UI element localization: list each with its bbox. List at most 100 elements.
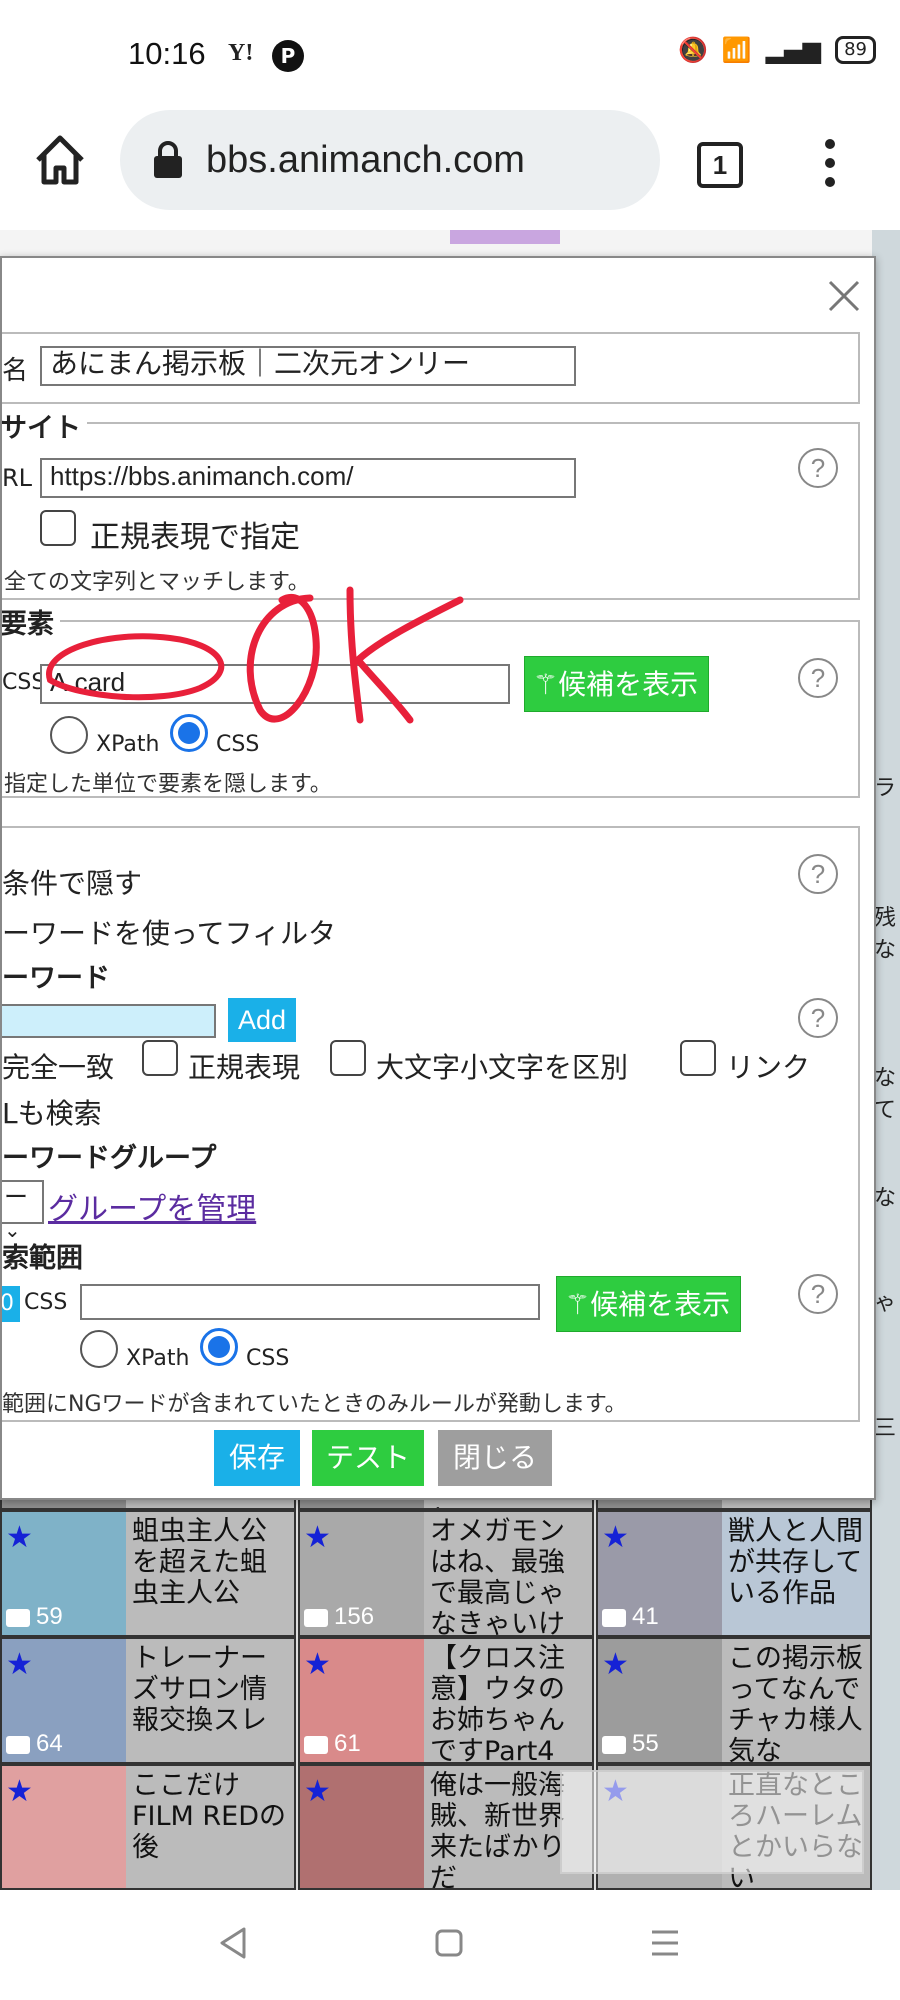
page-top-thumb (450, 230, 560, 244)
name-input[interactable]: あにまん掲示板｜二次元オンリー (40, 346, 576, 386)
keyword-filter-label: ーワードを使ってフィルタ (2, 917, 337, 950)
element-legend: 要素 (2, 602, 60, 641)
back-icon[interactable] (218, 1926, 248, 1960)
help-icon[interactable]: ? (798, 854, 838, 894)
name-fieldset: 名 あにまん掲示板｜二次元オンリー (2, 332, 860, 404)
home-icon[interactable] (30, 130, 90, 190)
range-css-radio[interactable] (200, 1328, 238, 1366)
paypay-icon: P (272, 40, 304, 72)
recents-icon[interactable] (650, 1928, 680, 1958)
android-nav-bar (0, 1890, 900, 2000)
css-label: CSS (2, 670, 46, 695)
range-xpath-label: XPath (126, 1346, 190, 1371)
css-radio[interactable] (170, 714, 208, 752)
url-search-label: Lも検索 (2, 1097, 102, 1130)
thread-title: トレーナーズサロン情報交換スレ (132, 1643, 267, 1736)
manage-group-link[interactable]: グループを管理 (48, 1184, 256, 1228)
range-index-badge: 0 (2, 1286, 20, 1322)
mute-icon: 🔕 (677, 36, 708, 64)
comment-icon (602, 1609, 626, 1627)
range-xpath-radio[interactable] (80, 1330, 118, 1368)
status-bar: 10:16 Y! P 🔕 📶 ▂▄▆ 89 (0, 0, 900, 110)
url-label: RL (2, 464, 33, 492)
star-icon[interactable]: ★ (602, 1647, 629, 1682)
help-icon[interactable]: ? (798, 448, 838, 488)
suggest-button[interactable]: ⚚候補を表示 (524, 656, 710, 712)
star-icon[interactable]: ★ (602, 1520, 629, 1555)
group-select-value: ー (4, 1184, 28, 1211)
comment-count: 61 (334, 1730, 361, 1757)
regex-label: 正規表現で指定 (90, 520, 300, 555)
match-option: 正規表現 (188, 1051, 301, 1084)
match-option: 完全一致 (2, 1051, 115, 1084)
magic-wand-icon: ⚚ (533, 668, 559, 701)
menu-icon[interactable] (820, 138, 840, 188)
edge-glyph: な (874, 1186, 897, 1211)
help-icon[interactable]: ? (798, 658, 838, 698)
group-select[interactable]: ー⌄ (2, 1180, 44, 1242)
home-nav-icon[interactable] (434, 1928, 464, 1958)
regex-checkbox[interactable] (40, 510, 76, 546)
signal-icon: ▂▄▆ (765, 36, 822, 64)
element-selector-input[interactable]: A.card (40, 664, 510, 704)
suggest-button-label: 候補を表示 (558, 668, 699, 701)
close-button[interactable]: 閉じる (438, 1430, 552, 1486)
thread-tile[interactable]: ★ 獣人と人間が共存している作品 41 (596, 1510, 872, 1637)
tab-switcher-button[interactable]: 1 (697, 142, 743, 188)
star-icon[interactable]: ★ (6, 1774, 33, 1809)
thread-tile[interactable]: ★ オメガモンはね、最強で最高じゃなきゃいけないの 156 (298, 1510, 594, 1637)
xpath-radio[interactable] (50, 716, 88, 754)
thread-tile[interactable]: ★ この掲示板ってなんでチャカ様人気なの……？ 55 (596, 1637, 872, 1764)
close-icon[interactable] (824, 276, 864, 316)
lock-icon (154, 141, 182, 178)
floating-controls[interactable] (560, 1770, 864, 1874)
star-icon[interactable]: ★ (304, 1520, 331, 1555)
star-icon[interactable]: ★ (6, 1520, 33, 1555)
name-label: 名 (2, 356, 29, 386)
add-button[interactable]: Add (228, 998, 296, 1042)
star-icon[interactable]: ★ (304, 1774, 331, 1809)
thread-tile[interactable]: ★ 俺は一般海賊、新世界来たばかりだ (298, 1764, 594, 1890)
star-icon[interactable]: ★ (304, 1647, 331, 1682)
thread-tile[interactable]: ★ 【クロス注意】ウタのお姉ちゃんですPart4 61 (298, 1637, 594, 1764)
keyword-group-label: ーワードグループ (2, 1143, 217, 1174)
regex-keyword-checkbox[interactable] (330, 1040, 366, 1076)
thread-title: 蛆虫主人公を超えた蛆虫主人公 (132, 1516, 267, 1609)
exact-match-checkbox[interactable] (142, 1040, 178, 1076)
url-input[interactable]: https://bbs.animanch.com/ (40, 458, 576, 498)
comment-icon (304, 1609, 328, 1627)
thread-title: オメガモンはね、最強で最高じゃなきゃいけないの (430, 1516, 565, 1637)
status-icons: 🔕 📶 ▂▄▆ 89 (678, 36, 876, 64)
site-note: 全ての文字列とマッチします。 (4, 570, 310, 595)
case-sensitive-checkbox[interactable] (680, 1040, 716, 1076)
site-legend: サイト (2, 406, 87, 445)
browser-toolbar: bbs.animanch.com 1 (0, 110, 900, 230)
thread-tile[interactable]: ★ 蛆虫主人公を超えた蛆虫主人公 59 (0, 1510, 296, 1637)
condition-fieldset: 条件で隠す ? ーワードを使ってフィルタ ーワード Add ? 完全一致 正規表… (2, 826, 860, 1422)
range-label: 索範囲 (2, 1243, 83, 1274)
element-fieldset: 要素 CSS A.card ⚚候補を表示 ? XPath CSS 指定した単位で… (2, 602, 860, 798)
range-note: 範囲にNGワードが含まれていたときのみルールが発動します。 (2, 1392, 627, 1417)
battery-icon: 89 (835, 36, 876, 64)
clock: 10:16 (128, 36, 206, 71)
thread-title: ここだけFILM REDの後 (132, 1770, 287, 1863)
test-button[interactable]: テスト (312, 1430, 424, 1486)
edge-glyph: ゃ (874, 1291, 897, 1316)
address-bar[interactable]: bbs.animanch.com (120, 110, 660, 210)
right-edge-column: ラ 残な なて な ゃ 三 (872, 230, 900, 1890)
save-button[interactable]: 保存 (214, 1430, 300, 1486)
range-css-label: CSS (24, 1290, 68, 1315)
star-icon[interactable]: ★ (6, 1647, 33, 1682)
range-selector-input[interactable] (80, 1284, 540, 1320)
help-icon[interactable]: ? (798, 998, 838, 1038)
thread-tile[interactable]: ★ ここだけFILM REDの後 (0, 1764, 296, 1890)
suggest-button-range[interactable]: ⚚候補を表示 (556, 1276, 742, 1332)
help-icon[interactable]: ? (798, 1274, 838, 1314)
suggest-button-label: 候補を表示 (590, 1288, 731, 1321)
keyword-input[interactable] (2, 1004, 216, 1038)
range-css-radio-label: CSS (246, 1346, 290, 1371)
comment-icon (602, 1736, 626, 1754)
comment-count: 64 (36, 1730, 63, 1757)
thread-tile[interactable]: ★ トレーナーズサロン情報交換スレ 64 (0, 1637, 296, 1764)
match-option: リンク (726, 1051, 811, 1084)
